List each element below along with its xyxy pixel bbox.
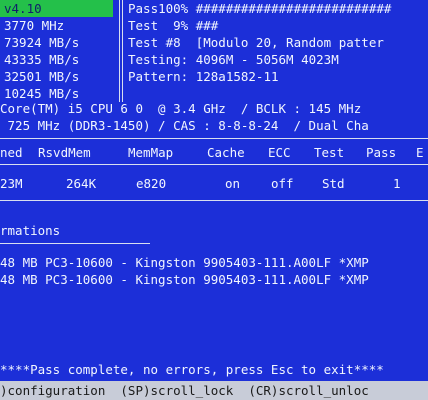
col-header-rsvdmem: RsvdMem <box>38 145 91 160</box>
col-header-allocated: ned <box>0 145 23 160</box>
col-header-pass: Pass <box>366 145 397 160</box>
l3-cache-speed: 32501 MB/s <box>4 69 80 84</box>
spd-item: 48 MB PC3-10600 - Kingston 9905403-111.A… <box>0 255 369 270</box>
cpu-speed-value: 3770 MHz <box>4 18 65 33</box>
value-ecc: off <box>271 176 294 191</box>
memory-info-line: 725 MHz (DDR3-1450) / CAS : 8-8-8-24 / D… <box>0 118 369 133</box>
spd-title-underline <box>0 243 150 244</box>
spd-item: 48 MB PC3-10600 - Kingston 9905403-111.A… <box>0 272 369 287</box>
version-text: v4.10 <box>4 1 42 16</box>
col-header-ecc: ECC <box>268 145 291 160</box>
l1-cache-speed: 73924 MB/s <box>4 35 80 50</box>
key-hints: )configuration (SP)scroll_lock (CR)scrol… <box>0 383 369 398</box>
test-progress: Test 9% ### <box>128 18 219 33</box>
version-badge: v4.10 <box>0 0 113 17</box>
col-header-memmap: MemMap <box>128 145 174 160</box>
section-divider-middle <box>0 200 428 201</box>
current-test: Test #8 [Modulo 20, Random patter <box>128 35 384 50</box>
cpu-info-line: Core(TM) i5 CPU 6 0 @ 3.4 GHz / BCLK : 1… <box>0 101 362 116</box>
section-divider-top <box>0 138 428 139</box>
col-header-errors: E <box>416 145 424 160</box>
value-rsvdmem: 264K <box>66 176 97 191</box>
value-memmap: e820 <box>136 176 167 191</box>
value-test: Std <box>322 176 345 191</box>
header-separator-right <box>122 0 123 102</box>
testing-range: Testing: 4096M - 5056M 4023M <box>128 52 339 67</box>
col-header-cache: Cache <box>207 145 245 160</box>
bottom-key-bar: )configuration (SP)scroll_lock (CR)scrol… <box>0 381 428 400</box>
test-pattern: Pattern: 128a1582-11 <box>128 69 279 84</box>
table-header-divider <box>0 164 428 165</box>
header-separator-left <box>119 0 120 102</box>
l2-cache-speed: 43335 MB/s <box>4 52 80 67</box>
col-header-test: Test <box>314 145 345 160</box>
pass-progress: Pass100% ########################## <box>128 1 392 16</box>
spd-section-title: rmations <box>0 223 61 238</box>
value-pass: 1 <box>393 176 401 191</box>
value-allocated: 23M <box>0 176 23 191</box>
value-cache: on <box>225 176 241 191</box>
pass-complete-message: ****Pass complete, no errors, press Esc … <box>0 362 384 377</box>
